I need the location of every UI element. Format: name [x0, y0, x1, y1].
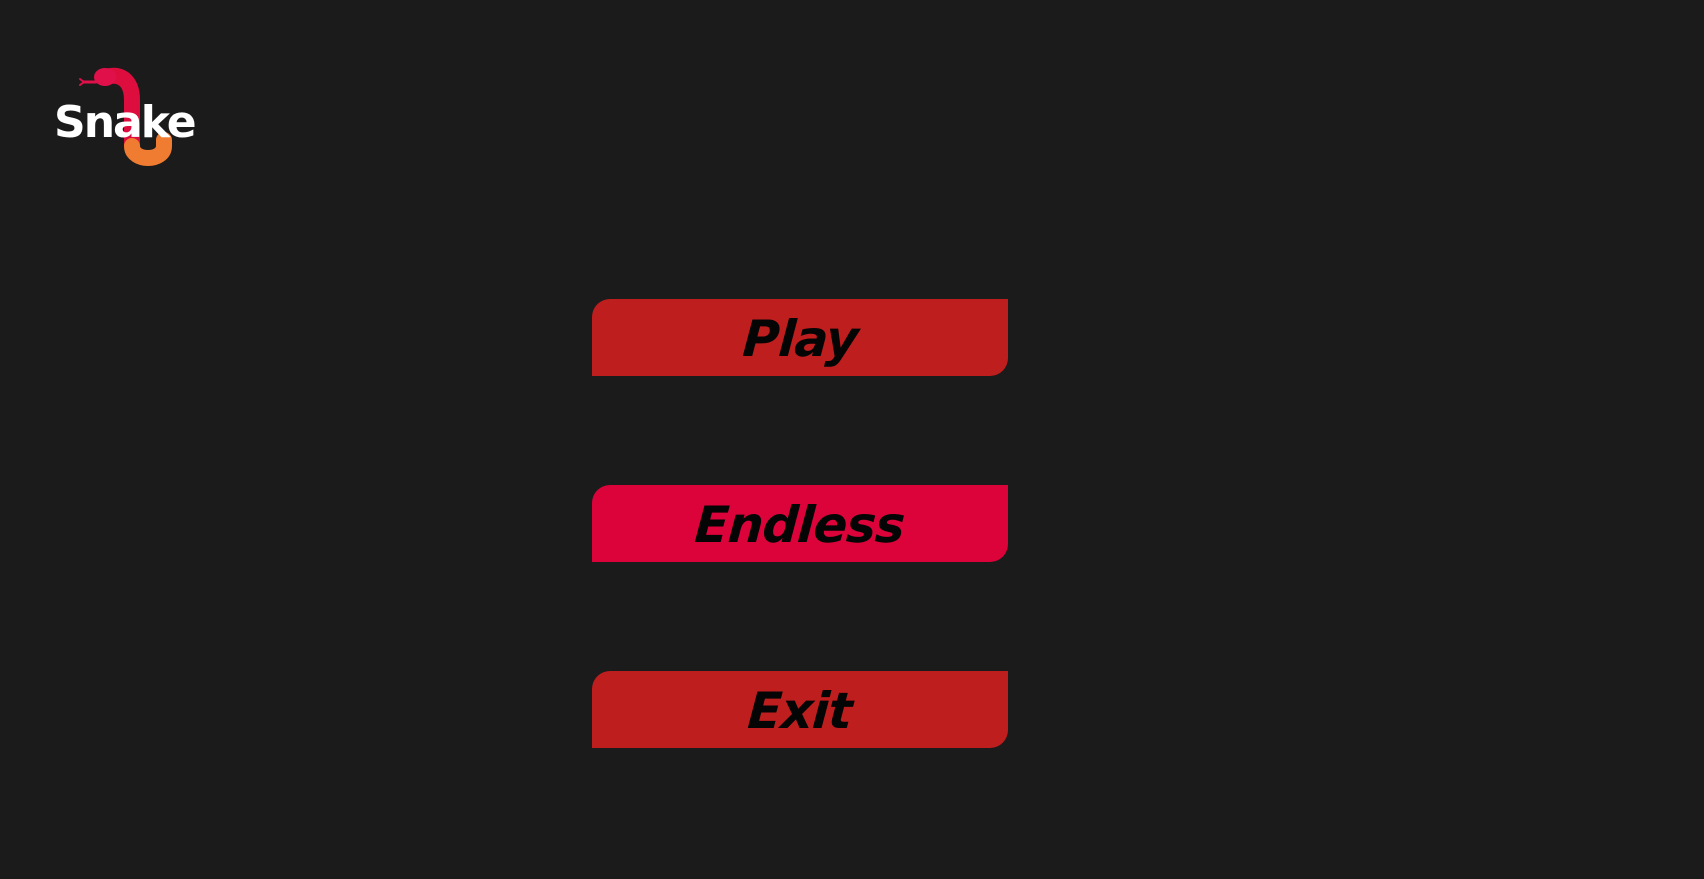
snake-logo: Snake [50, 62, 216, 174]
exit-button-label: Exit [746, 681, 854, 740]
snake-logo-graphic: Snake [54, 67, 197, 166]
logo-text: Snake [54, 97, 195, 148]
exit-button[interactable]: Exit [592, 671, 1008, 748]
play-button[interactable]: Play [592, 299, 1008, 376]
play-button-label: Play [740, 309, 860, 368]
endless-button[interactable]: Endless [592, 485, 1008, 562]
endless-button-label: Endless [693, 495, 907, 554]
